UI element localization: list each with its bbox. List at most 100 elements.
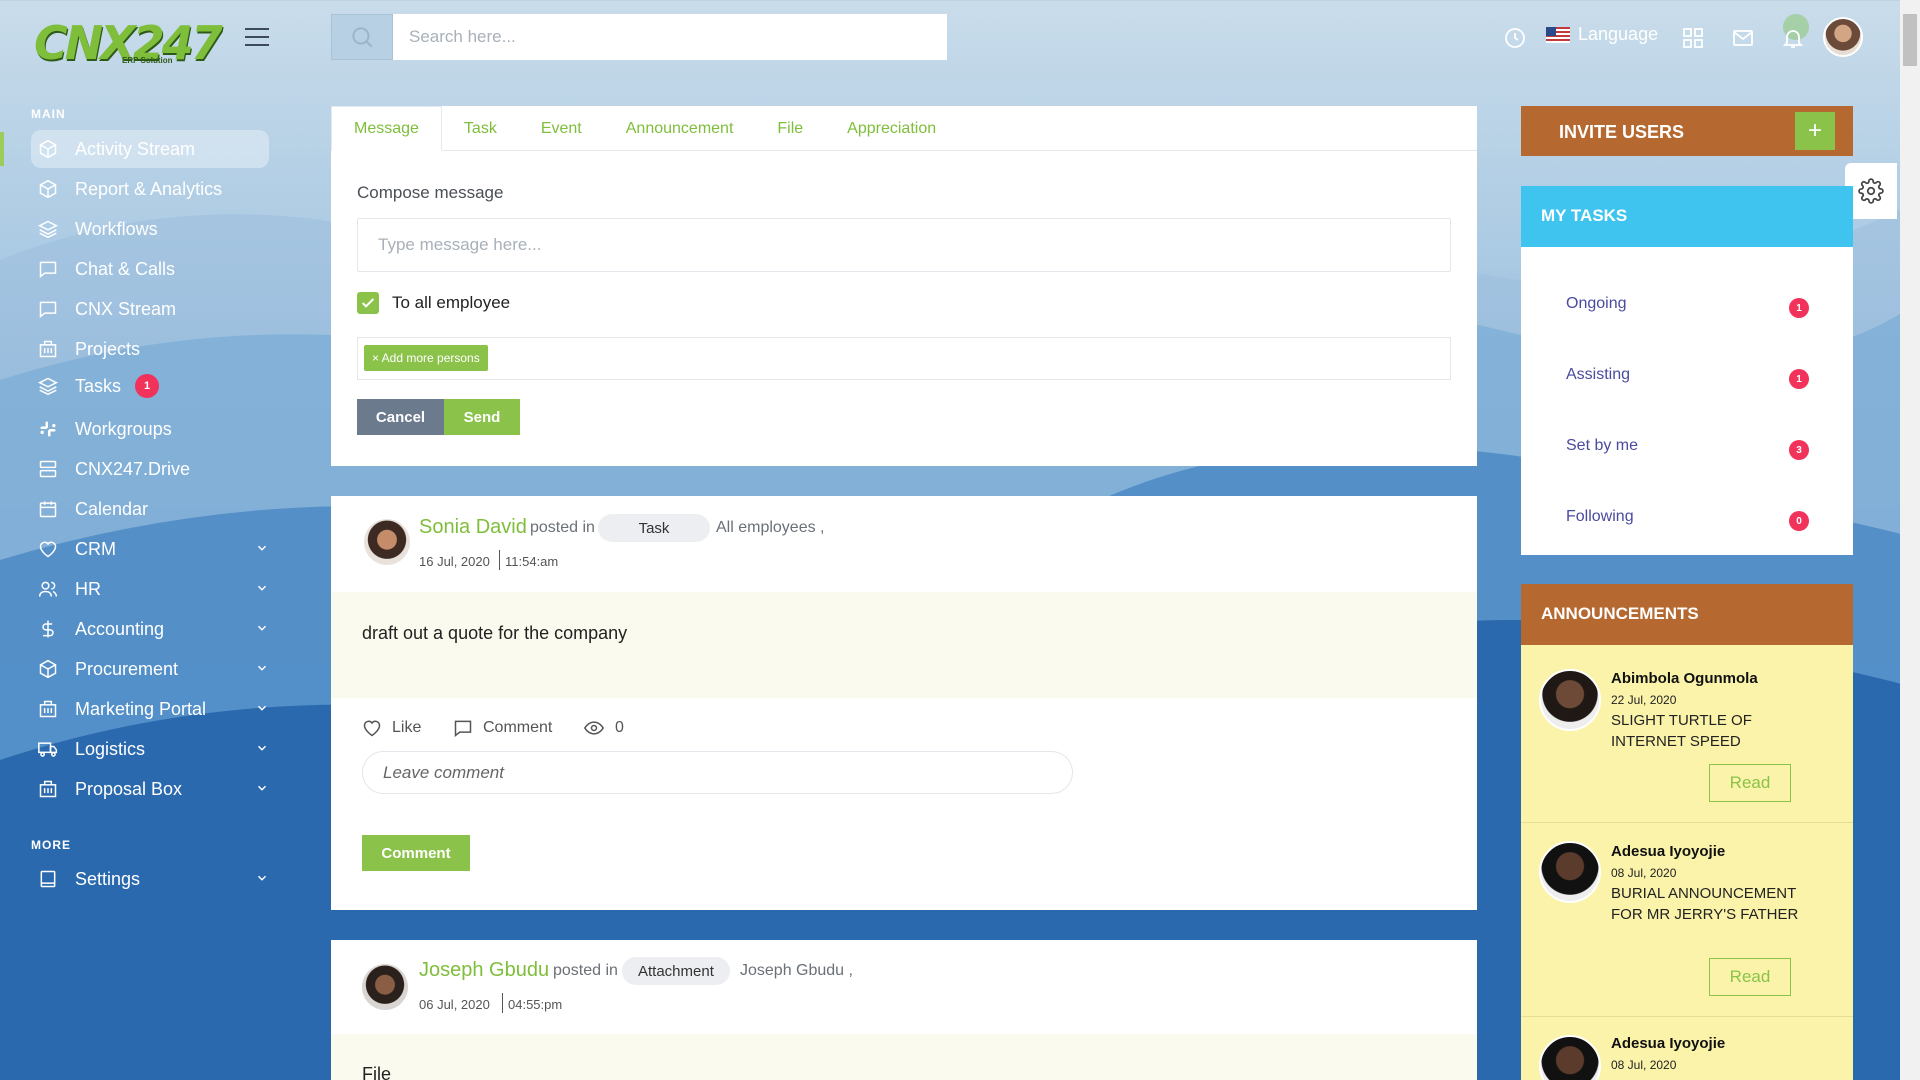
author-avatar[interactable] [362, 964, 408, 1010]
date-divider [499, 550, 500, 570]
bell-icon[interactable] [1778, 20, 1808, 56]
post-text: draft out a quote for the company [362, 623, 628, 643]
app-logo[interactable]: CNX247 ERP Solution [34, 16, 223, 70]
task-row-following[interactable]: Following [1566, 508, 1634, 526]
task-row-ongoing[interactable]: Ongoing [1566, 295, 1627, 313]
sidebar-section-main: MAIN [31, 107, 66, 121]
post-card [331, 496, 1477, 910]
task-row-set-by-me[interactable]: Set by me [1566, 437, 1638, 455]
sidebar-item-hr[interactable]: HR [31, 570, 269, 608]
tab-file[interactable]: File [755, 106, 825, 151]
sidebar-item-label: Accounting [75, 618, 165, 639]
sidebar-item-label: Settings [75, 868, 141, 889]
slack-icon [37, 418, 59, 440]
sidebar-item-calendar[interactable]: Calendar [31, 490, 269, 528]
sidebar-item-label: Procurement [75, 658, 179, 679]
server-icon [37, 458, 59, 480]
invite-users-title: INVITE USERS [1559, 122, 1685, 142]
building-icon [37, 338, 59, 360]
sidebar-item-label: Report & Analytics [75, 178, 223, 199]
language-selector[interactable]: Language [1546, 24, 1658, 45]
hamburger-menu-icon[interactable] [245, 28, 269, 46]
my-tasks-list: Ongoing 1 Assisting 1 Set by me 3 Follow… [1521, 247, 1853, 555]
invite-users-button[interactable]: + [1795, 112, 1835, 150]
author-avatar[interactable] [364, 519, 410, 565]
comment-input[interactable] [362, 751, 1073, 794]
sidebar-item-label: CNX247.Drive [75, 458, 191, 479]
tab-message[interactable]: Message [331, 106, 442, 151]
posted-in-text: posted in [530, 519, 595, 536]
scrollbar-thumb[interactable] [1903, 14, 1917, 66]
announcement-avatar [1539, 841, 1601, 903]
post-author-name[interactable]: Joseph Gbudu [419, 959, 549, 982]
sidebar-item-label: Proposal Box [75, 778, 183, 799]
sidebar-item-workgroups[interactable]: Workgroups [31, 410, 269, 448]
announcement-item: Adesua Iyoyojie 08 Jul, 2020 BURIAL ANNO… [1521, 823, 1853, 1017]
sidebar-item-accounting[interactable]: Accounting [31, 610, 269, 648]
sidebar-item-crm[interactable]: CRM [31, 530, 269, 568]
read-button[interactable]: Read [1709, 958, 1791, 996]
sidebar-item-label: CNX Stream [75, 298, 177, 319]
sidebar-item-label: Projects [75, 338, 141, 359]
tab-appreciation[interactable]: Appreciation [825, 106, 958, 151]
sidebar-item-proposal-box[interactable]: Proposal Box [31, 770, 269, 808]
sidebar-item-activity-stream[interactable]: Activity Stream [31, 130, 269, 168]
tab-announcement[interactable]: Announcement [604, 106, 756, 151]
sidebar-item-label: HR [75, 578, 101, 599]
page-scrollbar[interactable] [1900, 0, 1920, 1080]
tab-task[interactable]: Task [442, 106, 519, 151]
post-author-name[interactable]: Sonia David [419, 516, 527, 539]
chevron-down-icon [257, 665, 267, 671]
search-icon [352, 27, 373, 48]
chat-icon [37, 298, 59, 320]
compose-message-label: Compose message [357, 183, 504, 202]
persons-selector[interactable]: × Add more persons [357, 337, 1451, 380]
like-button[interactable]: Like [362, 718, 421, 738]
gear-icon [1858, 178, 1884, 204]
clock-icon[interactable] [1500, 20, 1530, 56]
us-flag-icon [1546, 26, 1570, 43]
sidebar-item-procurement[interactable]: Procurement [31, 650, 269, 688]
search-input[interactable] [393, 14, 947, 60]
mail-icon[interactable] [1728, 20, 1758, 56]
comment-toggle-button[interactable]: Comment [453, 718, 552, 738]
tab-event[interactable]: Event [519, 106, 604, 151]
send-button[interactable]: Send [444, 399, 520, 435]
sidebar-item-settings[interactable]: Settings [31, 860, 269, 898]
date-divider [502, 993, 503, 1013]
add-persons-chip[interactable]: × Add more persons [364, 345, 488, 371]
sidebar-item-marketing-portal[interactable]: Marketing Portal [31, 690, 269, 728]
sidebar-item-label: Chat & Calls [75, 258, 176, 279]
message-input[interactable] [357, 218, 1451, 272]
building-icon [37, 698, 59, 720]
invite-users-panel: INVITE USERS + [1521, 106, 1853, 156]
task-row-assisting[interactable]: Assisting [1566, 366, 1630, 384]
post-time: 11:54:am [505, 554, 559, 569]
sidebar-item-projects[interactable]: Projects [31, 330, 269, 368]
apps-grid-icon[interactable] [1678, 20, 1708, 56]
my-tasks-header: MY TASKS [1521, 186, 1853, 247]
sidebar-item-drive[interactable]: CNX247.Drive [31, 450, 269, 488]
announcement-date: 08 Jul, 2020 [1611, 866, 1677, 880]
sidebar-item-cnx-stream[interactable]: CNX Stream [31, 290, 269, 328]
user-avatar[interactable] [1823, 17, 1863, 57]
cancel-button[interactable]: Cancel [357, 399, 444, 435]
comment-submit-button[interactable]: Comment [362, 835, 470, 871]
eye-icon [583, 721, 605, 735]
sidebar-item-chat-calls[interactable]: Chat & Calls [31, 250, 269, 288]
post-time: 04:55:pm [508, 997, 563, 1012]
sidebar-item-label: Workgroups [75, 418, 172, 439]
search-bar [331, 14, 947, 60]
read-button[interactable]: Read [1709, 764, 1791, 802]
sidebar-item-label: Tasks [75, 375, 122, 396]
search-button[interactable] [331, 14, 393, 60]
to-all-employee-checkbox[interactable] [357, 292, 379, 314]
truck-icon [37, 738, 59, 760]
sidebar-item-workflows[interactable]: Workflows [31, 210, 269, 248]
announcement-avatar [1539, 1035, 1601, 1080]
sidebar-item-report-analytics[interactable]: Report & Analytics [31, 170, 269, 208]
sidebar-item-tasks[interactable]: Tasks 1 [31, 367, 269, 405]
announcement-item: Abimbola Ogunmola 22 Jul, 2020 SLIGHT TU… [1521, 645, 1853, 823]
sidebar-item-logistics[interactable]: Logistics [31, 730, 269, 768]
announcement-author: Adesua Iyoyojie [1611, 1035, 1726, 1052]
